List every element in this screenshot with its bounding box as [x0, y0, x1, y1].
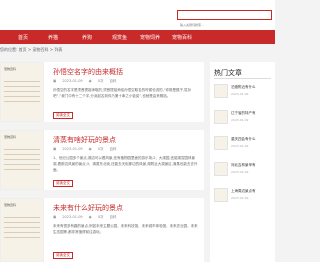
article-thumbnail[interactable]: 宠物百科 — [0, 198, 44, 262]
calendar-icon: ▣ — [53, 79, 57, 83]
eye-icon: ◉ — [88, 147, 92, 151]
eye-icon: ◉ — [88, 79, 92, 83]
hot-article-title[interactable]: 河北吉林景甲有 — [231, 163, 256, 168]
article-category[interactable]: 百科 — [109, 215, 116, 219]
read-more-link[interactable]: 阅读全文 — [53, 180, 73, 187]
article-date: 2023-01-09 — [62, 79, 83, 83]
hot-article-item[interactable]: 辽宁省的特产有 2023-01-09 — [214, 110, 275, 126]
hot-article-item[interactable]: 河北吉林景甲有 2023-01-09 — [214, 162, 275, 178]
hot-article-date: 2023-01-09 — [231, 170, 249, 174]
thumbnail-caption: 宠物百科 — [4, 135, 17, 139]
sidebar: 热门文章 泊渡附近有什么 2023-01-09 辽宁省的特产有 2023-01-… — [210, 62, 275, 262]
nav-item-dog[interactable]: 养狗 — [82, 34, 92, 41]
thumbnail-caption: 宠物百科 — [4, 67, 17, 71]
article-title[interactable]: 未来有什么好玩的景点 — [53, 203, 123, 213]
article-views: 0次 — [97, 215, 104, 219]
article-card: 宠物百科 孙悟空名字的由来概括 ▣ 2023-01-09 ◉ 0次 百科 孙悟空的名字是… — [0, 62, 204, 122]
sidebar-divider — [214, 78, 271, 79]
hot-article-date: 2023-01-09 — [231, 118, 249, 122]
thumbnail-caption: 宠物百科 — [4, 203, 17, 207]
article-title[interactable]: 清蒸有啥好玩的景点 — [53, 135, 116, 145]
hot-article-title[interactable]: 泊渡附近有什么 — [231, 85, 256, 90]
hot-article-thumbnail[interactable] — [214, 84, 228, 98]
read-more-link[interactable]: 阅读全文 — [53, 112, 73, 119]
nav-item-fish[interactable]: 观赏鱼 — [112, 34, 127, 41]
hot-article-date: 2023-01-09 — [231, 92, 249, 96]
article-excerpt: 孙悟空的名字是须菩提祖师取的,须菩提祖师给孙悟空取名的时候也说的,“你既是猴子,… — [53, 88, 192, 98]
article-meta: ▣ 2023-01-09 ◉ 0次 百科 — [53, 147, 122, 152]
article-card: 宠物百科 清蒸有啥好玩的景点 ▣ 2023-01-09 ◉ 0次 百科 1、世纪公园多个… — [0, 130, 204, 190]
article-date: 2023-01-09 — [62, 215, 83, 219]
nav-item-pet-wiki[interactable]: 宠物百科 — [172, 34, 192, 41]
hot-article-item[interactable]: 上海周边景点有 2023-01-09 — [214, 188, 275, 204]
article-title[interactable]: 孙悟空名字的由来概括 — [53, 67, 123, 77]
article-category[interactable]: 百科 — [109, 147, 116, 151]
top-header — [0, 0, 275, 30]
breadcrumb: 您的位置: 首页 > 宠物百科 > 列表 — [0, 47, 63, 52]
search-input[interactable] — [178, 21, 275, 29]
calendar-icon: ▣ — [53, 215, 57, 219]
nav-item-home[interactable]: 首页 — [18, 34, 28, 41]
hot-article-thumbnail[interactable] — [214, 136, 228, 150]
article-excerpt: 1、世纪公园多个景点,湖边可以看风景,还有植物园里面的游乐场;2、大观园,还能观… — [53, 156, 198, 172]
nav-item-pet-care[interactable]: 宠物饲养 — [140, 34, 160, 41]
article-thumbnail[interactable]: 宠物百科 — [0, 62, 44, 122]
article-list: 宠物百科 孙悟空名字的由来概括 ▣ 2023-01-09 ◉ 0次 百科 孙悟空的名字是… — [0, 62, 204, 262]
read-more-link[interactable]: 阅读全文 — [53, 252, 73, 259]
hot-article-date: 2023-01-09 — [231, 144, 249, 148]
hot-article-item[interactable]: 泊渡附近有什么 2023-01-09 — [214, 84, 275, 100]
article-category[interactable]: 百科 — [109, 79, 116, 83]
article-thumbnail[interactable]: 宠物百科 — [0, 130, 44, 190]
calendar-icon: ▣ — [53, 147, 57, 151]
article-excerpt: 未来有很多有趣的景点,例如未来主题公园、未来科技馆、未来城市体验馆、未来农业园、… — [53, 224, 198, 234]
article-date: 2023-01-09 — [62, 147, 83, 151]
hot-article-date: 2023-01-09 — [231, 196, 249, 200]
article-meta: ▣ 2023-01-09 ◉ 0次 百科 — [53, 215, 122, 220]
search-box[interactable] — [177, 10, 275, 29]
article-views: 0次 — [97, 147, 104, 151]
hot-article-title[interactable]: 上海周边景点有 — [231, 189, 256, 194]
hot-article-title[interactable]: 辽宁省的特产有 — [231, 111, 256, 116]
hot-article-thumbnail[interactable] — [214, 110, 228, 124]
hot-article-item[interactable]: 重庆四会有什么 2023-01-09 — [214, 136, 275, 152]
nav-item-cat[interactable]: 养猫 — [48, 34, 58, 41]
main-nav: 首页 养猫 养狗 观赏鱼 宠物饲养 宠物百科 — [0, 30, 275, 44]
hot-article-thumbnail[interactable] — [214, 162, 228, 176]
article-meta: ▣ 2023-01-09 ◉ 0次 百科 — [53, 79, 122, 84]
sidebar-heading: 热门文章 — [214, 69, 242, 77]
hot-article-title[interactable]: 重庆四会有什么 — [231, 137, 256, 142]
article-views: 0次 — [97, 79, 104, 83]
hot-article-thumbnail[interactable] — [214, 188, 228, 202]
article-card: 宠物百科 未来有什么好玩的景点 ▣ 2023-01-09 ◉ 0次 百科 未来有很多有趣… — [0, 198, 204, 262]
eye-icon: ◉ — [88, 215, 92, 219]
